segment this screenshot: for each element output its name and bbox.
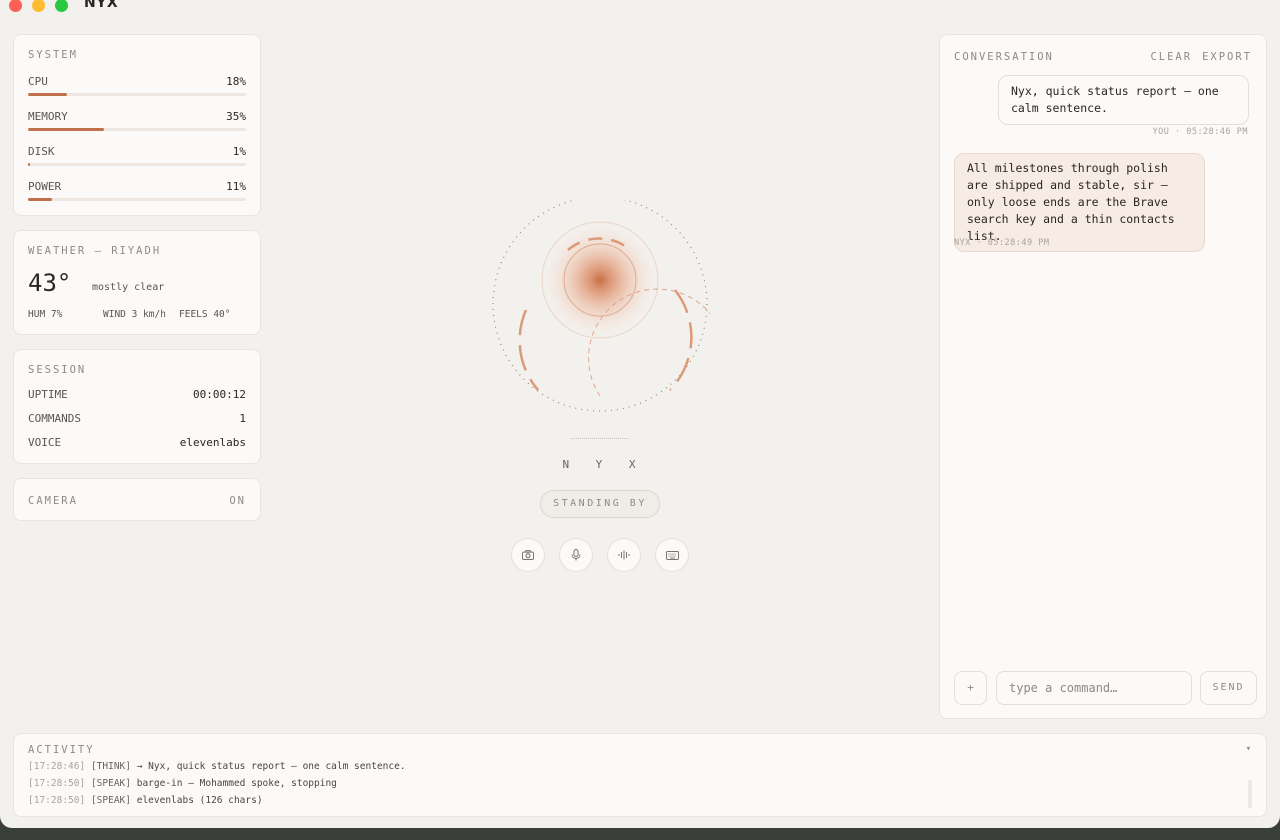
waveform-icon bbox=[618, 550, 630, 560]
camera-card[interactable]: CAMERA ON bbox=[13, 478, 261, 521]
camera-title: CAMERA bbox=[28, 495, 78, 507]
metric-value: 11% bbox=[226, 180, 246, 193]
metric-disk: DISK 1% bbox=[28, 131, 246, 166]
session-label: UPTIME bbox=[28, 388, 68, 401]
weather-feels-like: FEELS 40° bbox=[179, 309, 231, 320]
log-line: [17:28:50] [SPEAK] barge-in — Mohammed s… bbox=[28, 778, 337, 789]
minimize-window-button[interactable] bbox=[32, 0, 45, 12]
command-input[interactable] bbox=[996, 671, 1192, 705]
user-message: Nyx, quick status report — one calm sent… bbox=[998, 75, 1249, 125]
zoom-window-button[interactable] bbox=[55, 0, 68, 12]
orb-glow bbox=[538, 218, 662, 342]
conversation-actions: CLEAR EXPORT bbox=[1140, 51, 1252, 63]
weather-condition: mostly clear bbox=[92, 282, 165, 293]
title-bar: NYX bbox=[0, 0, 1280, 16]
camera-button[interactable] bbox=[511, 538, 545, 572]
status-badge: STANDING BY bbox=[540, 490, 660, 518]
system-title: SYSTEM bbox=[28, 49, 78, 61]
microphone-button[interactable] bbox=[559, 538, 593, 572]
activity-panel: ACTIVITY ▾ [17:28:46] [THINK] → Nyx, qui… bbox=[13, 733, 1267, 817]
metric-label: MEMORY bbox=[28, 110, 68, 123]
weather-wind: WIND 3 km/h bbox=[103, 309, 166, 320]
session-value: 1 bbox=[239, 412, 246, 425]
metric-label: POWER bbox=[28, 180, 62, 193]
session-card: SESSION UPTIME 00:00:12 COMMANDS 1 VOICE… bbox=[13, 349, 261, 464]
keyboard-icon bbox=[665, 550, 679, 560]
close-window-button[interactable] bbox=[9, 0, 22, 12]
weather-humidity: HUM 7% bbox=[28, 309, 63, 320]
log-timestamp: [17:28:46] bbox=[28, 761, 86, 772]
log-text: → Nyx, quick status report — one calm se… bbox=[136, 761, 406, 772]
weather-card: WEATHER — RIYADH 43° mostly clear HUM 7%… bbox=[13, 230, 261, 335]
metric-power: POWER 11% bbox=[28, 166, 246, 201]
conversation-title: CONVERSATION bbox=[954, 51, 1054, 63]
orb-arc-left bbox=[518, 309, 539, 391]
session-label: VOICE bbox=[28, 436, 62, 449]
session-value: 00:00:12 bbox=[193, 388, 246, 401]
log-text: elevenlabs (126 chars) bbox=[136, 795, 263, 806]
nyx-orb bbox=[492, 200, 710, 412]
voice-mode-button[interactable] bbox=[607, 538, 641, 572]
conversation-panel: CONVERSATION CLEAR EXPORT Nyx, quick stat… bbox=[939, 34, 1267, 719]
session-value: elevenlabs bbox=[179, 436, 246, 449]
send-button[interactable]: SEND bbox=[1200, 671, 1257, 705]
camera-icon bbox=[522, 550, 534, 560]
metric-value: 1% bbox=[232, 145, 246, 158]
collapse-toggle-icon[interactable]: ▾ bbox=[1246, 744, 1251, 754]
metric-memory: MEMORY 35% bbox=[28, 96, 246, 131]
app-title: NYX bbox=[84, 0, 119, 11]
orb-divider bbox=[571, 438, 629, 439]
power-bar-fill bbox=[28, 198, 52, 201]
activity-scrollbar[interactable] bbox=[1248, 780, 1252, 808]
log-timestamp: [17:28:50] bbox=[28, 795, 86, 806]
weather-temperature: 43° bbox=[28, 269, 72, 297]
log-line: [17:28:50] [SPEAK] elevenlabs (126 chars… bbox=[28, 795, 263, 806]
session-title: SESSION bbox=[28, 364, 87, 376]
log-line: [17:28:46] [THINK] → Nyx, quick status r… bbox=[28, 761, 406, 772]
metric-label: CPU bbox=[28, 75, 48, 88]
metric-label: DISK bbox=[28, 145, 55, 158]
attach-button[interactable]: + bbox=[954, 671, 987, 705]
log-text: barge-in — Mohammed spoke, stopping bbox=[136, 778, 337, 789]
session-label: COMMANDS bbox=[28, 412, 81, 425]
keyboard-button[interactable] bbox=[655, 538, 689, 572]
weather-title: WEATHER — RIYADH bbox=[28, 245, 162, 257]
metric-cpu: CPU 18% bbox=[28, 61, 246, 96]
system-card: SYSTEM CPU 18% MEMORY 35% DISK 1% POWER … bbox=[13, 34, 261, 216]
user-message-meta: YOU · 05:28:46 PM bbox=[1152, 127, 1248, 137]
activity-title: ACTIVITY bbox=[28, 744, 95, 756]
log-tag: [SPEAK] bbox=[90, 795, 131, 806]
log-tag: [SPEAK] bbox=[90, 778, 131, 789]
log-timestamp: [17:28:50] bbox=[28, 778, 86, 789]
orb-arc-right bbox=[669, 289, 693, 391]
app-window: NYX SYSTEM CPU 18% MEMORY 35% DISK 1% PO… bbox=[0, 0, 1280, 828]
metric-track bbox=[28, 198, 246, 201]
export-button[interactable]: EXPORT bbox=[1202, 51, 1252, 63]
assistant-name: N Y X bbox=[562, 458, 646, 471]
clear-button[interactable]: CLEAR bbox=[1150, 51, 1192, 63]
camera-state-toggle[interactable]: ON bbox=[229, 495, 246, 507]
microphone-icon bbox=[571, 549, 581, 561]
log-tag: [THINK] bbox=[90, 761, 131, 772]
metric-value: 35% bbox=[226, 110, 246, 123]
assistant-message-meta: NYX · 05:28:49 PM bbox=[954, 238, 1050, 248]
metric-value: 18% bbox=[226, 75, 246, 88]
